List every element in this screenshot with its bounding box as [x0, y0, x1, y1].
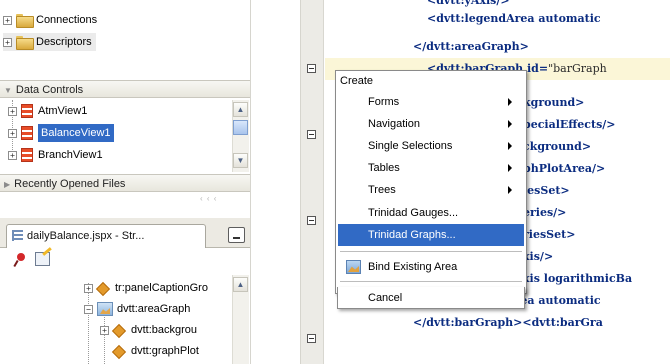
code-line[interactable]: <dvtt:legendArea automatic — [427, 8, 601, 30]
submenu-arrow-icon — [508, 164, 512, 172]
xml-element-icon — [113, 324, 127, 336]
fold-icon[interactable] — [307, 334, 316, 343]
code-line[interactable]: ckground> — [523, 136, 591, 158]
tree-item-label: Descriptors — [36, 36, 92, 48]
scroll-thumb[interactable] — [233, 120, 248, 135]
data-control-balanceview1[interactable]: + BalanceView1 — [8, 124, 114, 142]
expand-triangle-icon[interactable]: ▶ — [4, 176, 10, 194]
expand-icon[interactable]: + — [100, 325, 109, 335]
menu-separator — [340, 251, 522, 252]
scroll-up-icon[interactable]: ▲ — [233, 277, 248, 292]
submenu-arrow-icon — [508, 98, 512, 106]
menu-item-tables[interactable]: Tables — [338, 157, 524, 179]
editor-gutter — [300, 0, 324, 364]
data-controls-scrollbar[interactable]: ▲ ▼ — [232, 100, 249, 172]
submenu-arrow-icon — [508, 186, 512, 194]
code-line[interactable]: </dvtt:barGraph><dvtt:barGra — [413, 312, 603, 334]
collapse-triangle-icon[interactable]: ▼ — [4, 82, 12, 100]
code-line[interactable]: iesSet> — [523, 180, 570, 202]
structure-tab-bar: dailyBalance.jspx - Str... — [0, 218, 250, 248]
panel-grip-icon[interactable]: ‹ ‹ ‹ — [200, 194, 248, 206]
data-control-label: BranchView1 — [38, 149, 103, 161]
structure-item-panelcaption[interactable]: + tr:panelCaptionGro — [84, 279, 208, 297]
tab-structure[interactable]: dailyBalance.jspx - Str... — [6, 224, 206, 248]
expand-icon[interactable]: + — [84, 283, 93, 293]
fold-icon[interactable] — [307, 130, 316, 139]
context-menu: Create Forms Navigation Single Selection… — [335, 70, 527, 294]
menu-item-single-selections[interactable]: Single Selections — [338, 135, 524, 157]
data-control-label: AtmView1 — [38, 105, 88, 117]
submenu-arrow-icon — [508, 120, 512, 128]
menu-item-cancel[interactable]: Cancel — [337, 287, 525, 309]
data-control-icon — [21, 104, 33, 118]
xml-element-icon — [97, 282, 111, 294]
code-line[interactable]: </dvtt:areaGraph> — [413, 36, 529, 58]
tree-item-label: Connections — [36, 14, 98, 26]
menu-header: Create — [340, 75, 374, 87]
menu-item-trees[interactable]: Trees — [338, 179, 524, 201]
menu-separator — [340, 281, 522, 282]
application-navigator: + Connections + Descriptors ▼ Data Contro… — [0, 0, 268, 364]
minimize-button[interactable] — [228, 227, 245, 243]
fold-icon[interactable] — [307, 64, 316, 73]
code-line[interactable]: kground> — [523, 92, 584, 114]
code-line[interactable]: eries/> — [523, 202, 566, 224]
data-control-icon — [21, 126, 33, 140]
data-control-atmview1[interactable]: + AtmView1 — [8, 102, 87, 120]
pin-icon[interactable] — [13, 253, 27, 268]
xml-element-icon — [113, 345, 127, 357]
recently-opened-header[interactable]: ▶ Recently Opened Files — [0, 174, 250, 192]
data-controls-header[interactable]: ▼ Data Controls — [0, 80, 250, 98]
collapse-icon[interactable]: − — [84, 304, 93, 314]
graph-icon — [346, 260, 361, 274]
data-control-label: BalanceView1 — [38, 124, 114, 142]
menu-item-trinidad-gauges[interactable]: Trinidad Gauges... — [338, 202, 524, 224]
code-line[interactable]: pecialEffects/> — [523, 114, 616, 136]
code-line[interactable]: riesSet> — [523, 224, 575, 246]
expand-icon[interactable]: + — [8, 128, 17, 138]
data-control-branchview1[interactable]: + BranchView1 — [8, 146, 103, 164]
structure-item-background[interactable]: + dvtt:backgrou — [100, 321, 197, 339]
structure-scrollbar[interactable]: ▲ — [232, 275, 249, 364]
expand-icon[interactable]: + — [8, 150, 17, 160]
scroll-down-icon[interactable]: ▼ — [233, 153, 248, 168]
structure-item-areagraph[interactable]: − dvtt:areaGraph — [84, 300, 190, 318]
expand-icon[interactable]: + — [8, 106, 17, 116]
editor-border — [300, 0, 301, 364]
pane-divider[interactable] — [250, 0, 268, 364]
menu-item-trinidad-graphs[interactable]: Trinidad Graphs... — [338, 224, 524, 246]
structure-list-icon — [12, 230, 23, 241]
menu-item-bind-existing-area[interactable]: Bind Existing Area — [338, 256, 524, 278]
fold-icon[interactable] — [307, 216, 316, 225]
menu-item-navigation[interactable]: Navigation — [338, 113, 524, 135]
folder-icon — [16, 14, 34, 28]
expand-icon[interactable]: + — [3, 37, 12, 47]
expand-icon[interactable]: + — [3, 15, 12, 25]
code-line[interactable]: xis/> — [523, 246, 553, 268]
tree-item-descriptors[interactable]: + Descriptors — [3, 33, 96, 51]
scroll-up-icon[interactable]: ▲ — [233, 102, 248, 117]
graph-icon — [97, 302, 113, 316]
code-line[interactable]: phPlotArea/> — [523, 158, 605, 180]
menu-item-forms[interactable]: Forms — [338, 91, 524, 113]
edit-properties-icon[interactable] — [35, 247, 52, 266]
submenu-arrow-icon — [508, 142, 512, 150]
folder-icon — [16, 36, 34, 50]
code-line[interactable]: xis logarithmicBa — [523, 268, 632, 290]
data-control-icon — [21, 148, 33, 162]
structure-item-graphplotarea[interactable]: dvtt:graphPlot — [113, 342, 199, 360]
tree-item-connections[interactable]: + Connections — [3, 11, 97, 29]
